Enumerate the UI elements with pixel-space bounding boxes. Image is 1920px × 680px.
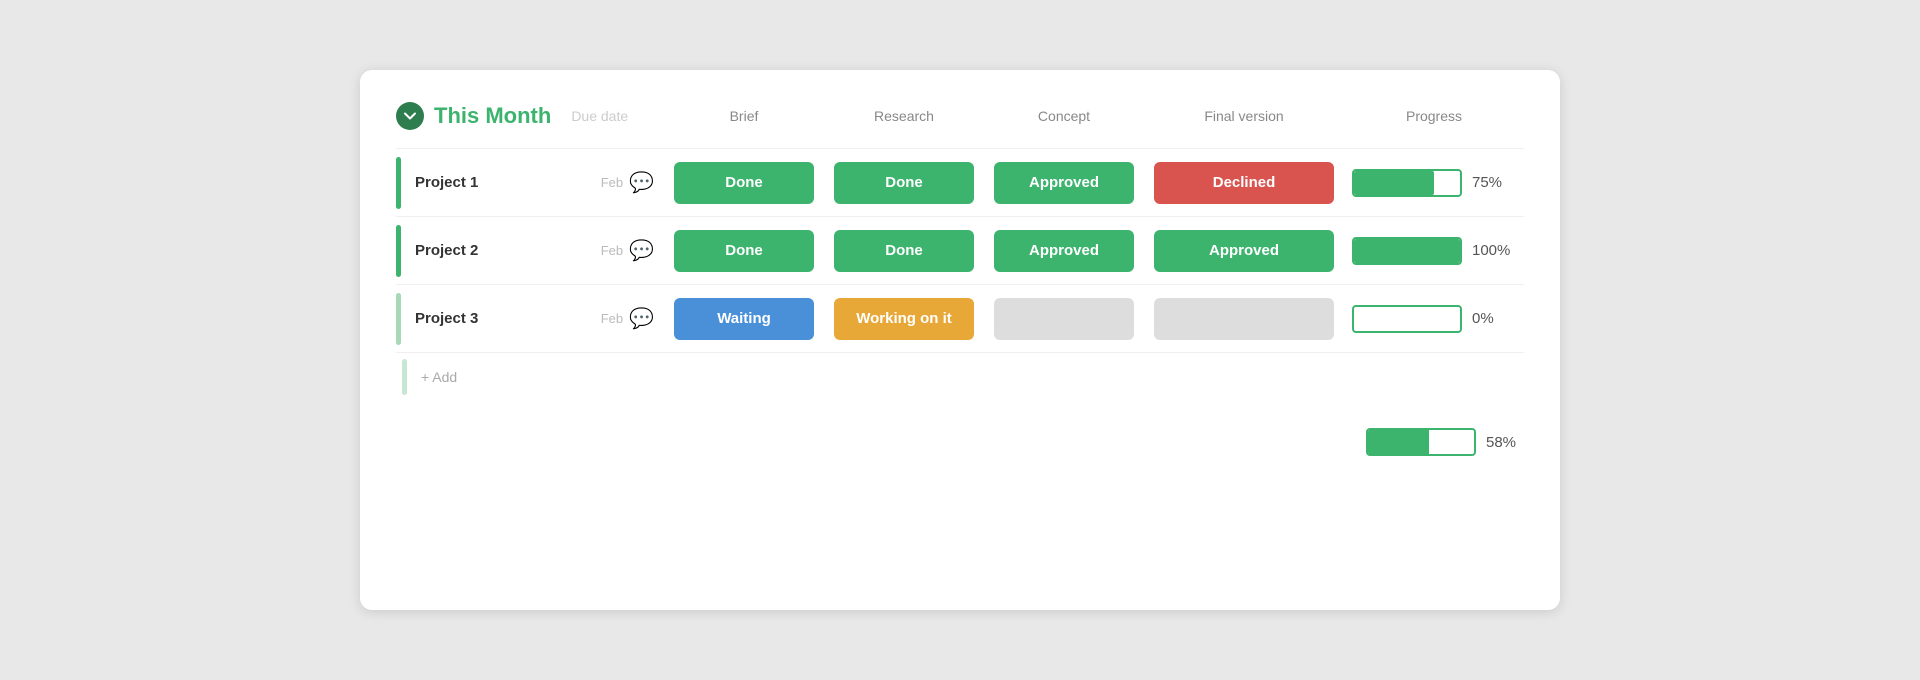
footer-progress-fill [1368,430,1429,454]
brief-cell-1[interactable]: Done [664,162,824,204]
concept-cell-3[interactable] [984,298,1144,340]
section-title: This Month [434,103,551,129]
footer-progress-bar [1366,428,1476,456]
project-name-2: Project 2 [415,242,601,259]
collapse-button[interactable] [396,102,424,130]
progress-cell-1: 75% [1344,169,1524,197]
main-card: This Month Due date Brief Research Conce… [360,70,1560,610]
projects-table: Project 1 Feb 💬 Done Done Approved Decli… [396,148,1524,400]
project-accent-1 [396,157,401,209]
add-accent [402,359,407,395]
progress-bar-fill-1 [1354,171,1434,195]
research-cell-1[interactable]: Done [824,162,984,204]
comment-icon-1[interactable]: 💬 [629,170,654,195]
final-version-badge-3 [1154,298,1334,340]
project-cols-2: Done Done Approved Approved 100% [664,230,1524,272]
progress-cell-3: 0% [1344,305,1524,333]
research-badge-2[interactable]: Done [834,230,974,272]
project-left-3: Project 3 Feb 💬 [396,293,664,345]
research-cell-2[interactable]: Done [824,230,984,272]
table-row: Project 2 Feb 💬 Done Done Approved Appro… [396,216,1524,284]
research-badge-3[interactable]: Working on it [834,298,974,340]
project-name-3: Project 3 [415,310,601,327]
col-header-progress: Progress [1344,108,1524,124]
progress-bar-1 [1352,169,1462,197]
concept-cell-2[interactable]: Approved [984,230,1144,272]
project-cols-1: Done Done Approved Declined 75% [664,162,1524,204]
project-due-1: Feb [601,175,623,190]
research-cell-3[interactable]: Working on it [824,298,984,340]
due-date-label: Due date [571,108,628,124]
table-row: Project 1 Feb 💬 Done Done Approved Decli… [396,148,1524,216]
column-headers: Brief Research Concept Final version Pro… [664,108,1524,124]
progress-label-2: 100% [1472,242,1510,259]
progress-bar-3 [1352,305,1462,333]
concept-badge-1[interactable]: Approved [994,162,1134,204]
project-left-1: Project 1 Feb 💬 [396,157,664,209]
final-version-badge-1[interactable]: Declined [1154,162,1334,204]
comment-icon-3[interactable]: 💬 [629,306,654,331]
brief-cell-3[interactable]: Waiting [664,298,824,340]
progress-bar-2 [1352,237,1462,265]
research-badge-1[interactable]: Done [834,162,974,204]
final-version-cell-1[interactable]: Declined [1144,162,1344,204]
final-version-cell-2[interactable]: Approved [1144,230,1344,272]
add-row[interactable]: + Add [396,352,1524,400]
header-row: This Month Due date Brief Research Conce… [396,102,1524,130]
project-due-3: Feb [601,311,623,326]
project-accent-2 [396,225,401,277]
footer-progress-label: 58% [1486,434,1524,451]
col-header-research: Research [824,108,984,124]
section-header-left: This Month Due date [396,102,664,130]
final-version-badge-2[interactable]: Approved [1154,230,1334,272]
progress-label-3: 0% [1472,310,1510,327]
progress-bar-fill-2 [1354,239,1460,263]
add-label[interactable]: + Add [421,369,457,385]
col-header-final-version: Final version [1144,108,1344,124]
project-accent-3 [396,293,401,345]
col-header-brief: Brief [664,108,824,124]
project-name-1: Project 1 [415,174,601,191]
footer-row: 58% [396,428,1524,456]
progress-label-1: 75% [1472,174,1510,191]
concept-badge-3 [994,298,1134,340]
concept-badge-2[interactable]: Approved [994,230,1134,272]
comment-icon-2[interactable]: 💬 [629,238,654,263]
brief-badge-2[interactable]: Done [674,230,814,272]
brief-cell-2[interactable]: Done [664,230,824,272]
brief-badge-3[interactable]: Waiting [674,298,814,340]
col-header-concept: Concept [984,108,1144,124]
table-row: Project 3 Feb 💬 Waiting Working on it [396,284,1524,352]
project-left-2: Project 2 Feb 💬 [396,225,664,277]
project-cols-3: Waiting Working on it 0% [664,298,1524,340]
concept-cell-1[interactable]: Approved [984,162,1144,204]
project-due-2: Feb [601,243,623,258]
progress-cell-2: 100% [1344,237,1524,265]
final-version-cell-3[interactable] [1144,298,1344,340]
footer-progress-cell: 58% [1366,428,1524,456]
brief-badge-1[interactable]: Done [674,162,814,204]
